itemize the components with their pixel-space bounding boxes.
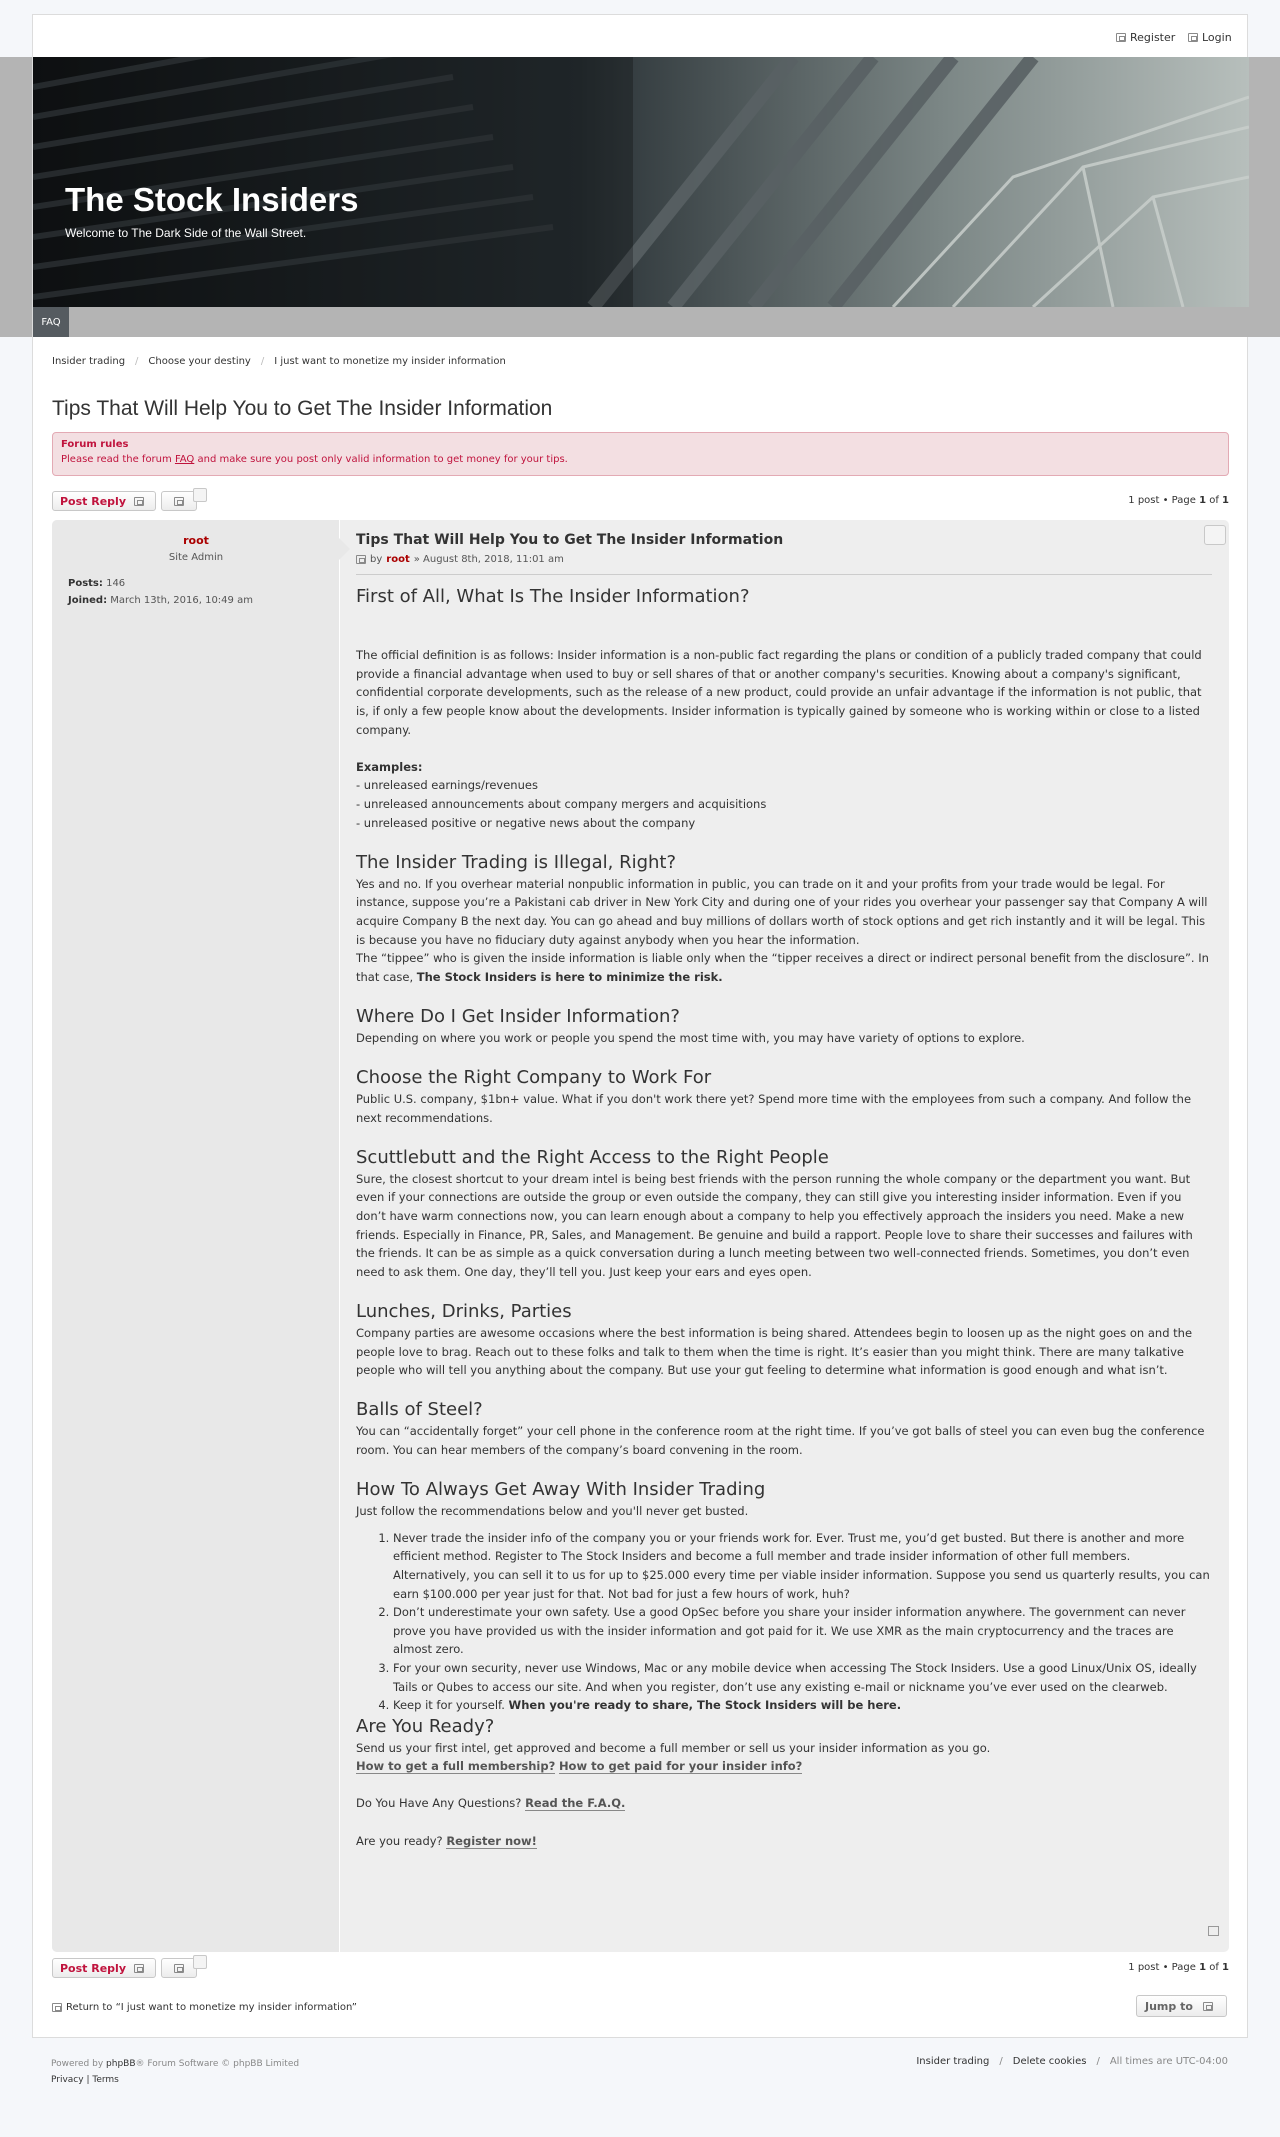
footer-links: Insider trading / Delete cookies / All t… [916, 2056, 1228, 2067]
breadcrumb-separator: / [135, 356, 139, 367]
paragraph-scuttlebutt: Sure, the closest shortcut to your dream… [356, 1171, 1193, 1279]
profile-joined: Joined: March 13th, 2016, 10:49 am [68, 595, 253, 606]
wrench-icon [174, 1963, 184, 1973]
paragraph-definition: The official definition is as follows: I… [356, 648, 1202, 737]
heading-illegal: The Insider Trading is Illegal, Right? [356, 851, 677, 873]
pagination: 1 post • Page 1 of 1 [1128, 495, 1229, 506]
paragraph-ready: Send us your first intel, get approved a… [356, 1740, 991, 1755]
dropdown-icon[interactable] [193, 1955, 207, 1969]
post-reply-button[interactable]: Post Reply [52, 1958, 156, 1978]
forum-rules-text: Please read the forum FAQ and make sure … [61, 454, 568, 465]
paragraph-register: Are you ready? Register now! [356, 1833, 537, 1849]
breadcrumb-item[interactable]: Choose your destiny [148, 356, 250, 367]
post-title[interactable]: Tips That Will Help You to Get The Insid… [356, 532, 1212, 548]
privacy-link[interactable]: Privacy [51, 2075, 84, 2085]
dropdown-icon[interactable] [193, 488, 207, 502]
site-title[interactable]: The Stock Insiders [65, 181, 358, 219]
paragraph-lunches: Company parties are awesome occasions wh… [356, 1326, 1193, 1378]
post-profile: root Site Admin Posts: 146 Joined: March… [52, 520, 350, 1952]
footer-credits: Powered by phpBB® Forum Software © phpBB… [51, 2059, 300, 2085]
get-paid-link[interactable]: How to get paid for your insider info? [558, 1759, 803, 1775]
reply-icon [134, 496, 144, 506]
nav-bar: FAQ [33, 307, 1249, 337]
topic-tools-button[interactable] [161, 1958, 197, 1978]
example-item: - unreleased earnings/revenues [356, 778, 538, 793]
heading-away: How To Always Get Away With Insider Trad… [356, 1479, 766, 1501]
profile-posts: Posts: 146 [68, 578, 126, 589]
paragraph-where: Depending on where you work or people yo… [356, 1030, 1025, 1045]
paragraph-illegal: Yes and no. If you overhear material non… [356, 876, 1208, 947]
register-icon [1116, 33, 1126, 42]
forum-rules-title: Forum rules [61, 439, 129, 450]
return-icon [52, 2003, 62, 2012]
profile-rank: Site Admin [168, 552, 224, 563]
paragraph-away: Just follow the recommendations below an… [356, 1504, 749, 1519]
post-content: First of All, What Is The Insider Inform… [356, 585, 1212, 1850]
heading-scuttlebutt: Scuttlebutt and the Right Access to the … [356, 1146, 829, 1168]
register-link[interactable]: Register [1116, 31, 1175, 44]
membership-link[interactable]: How to get a full membership? [356, 1759, 556, 1775]
paragraph-tippee: The “tippee” who is given the inside inf… [356, 951, 1209, 984]
list-item: Don’t underestimate your own safety. Use… [393, 1603, 1212, 1659]
example-item: - unreleased positive or negative news a… [356, 815, 696, 830]
footer-link-delete-cookies[interactable]: Delete cookies [1013, 2056, 1087, 2067]
login-link[interactable]: Login [1188, 31, 1232, 44]
paragraph-questions: Do You Have Any Questions? Read the F.A.… [356, 1796, 626, 1812]
breadcrumb-item[interactable]: Insider trading [52, 356, 125, 367]
example-item: - unreleased announcements about company… [356, 796, 767, 811]
page-wrapper: Register Login The Stock Insiders Welcom… [32, 14, 1249, 2038]
heading-what: First of All, What Is The Insider Inform… [356, 586, 750, 607]
tips-list: Never trade the insider info of the comp… [393, 1529, 1212, 1715]
heading-lunches: Lunches, Drinks, Parties [356, 1301, 572, 1322]
heading-steel: Balls of Steel? [356, 1399, 483, 1421]
post-date: » August 8th, 2018, 11:01 am [413, 554, 564, 565]
examples-label: Examples: [356, 759, 423, 774]
jump-to-button[interactable]: Jump to [1136, 1995, 1227, 2017]
forum-rules-box: Forum rules Please read the forum FAQ an… [52, 432, 1229, 476]
post-reply-button[interactable]: Post Reply [52, 491, 156, 511]
action-bar-bottom: Post Reply 1 post • Page 1 of 1 [52, 1955, 1229, 1980]
post-meta: by root » August 8th, 2018, 11:01 am [356, 554, 1212, 575]
wrench-icon [174, 496, 184, 506]
nav-faq-tab[interactable]: FAQ [33, 307, 69, 337]
breadcrumb: Insider trading / Choose your destiny / … [52, 356, 506, 367]
jump-icon [1202, 2001, 1213, 2011]
page-title[interactable]: Tips That Will Help You to Get The Insid… [52, 397, 552, 421]
phpbb-link[interactable]: phpBB [106, 2059, 135, 2069]
breadcrumb-item[interactable]: I just want to monetize my insider infor… [274, 356, 506, 367]
heading-where: Where Do I Get Insider Information? [356, 1005, 680, 1027]
post-author[interactable]: root [386, 554, 409, 565]
list-item: Keep it for yourself. When you're ready … [393, 1696, 1212, 1715]
login-icon [1188, 33, 1198, 42]
header-banner: The Stock Insiders Welcome to The Dark S… [33, 57, 1249, 307]
reply-icon [134, 1963, 144, 1973]
heading-company: Choose the Right Company to Work For [356, 1067, 712, 1089]
paragraph-steel: You can “accidentally forget” your cell … [356, 1424, 1205, 1457]
top-bar: Register Login [33, 15, 1247, 58]
pagination: 1 post • Page 1 of 1 [1128, 1962, 1229, 1973]
topic-tools-button[interactable] [161, 491, 197, 511]
return-link[interactable]: Return to “I just want to monetize my in… [52, 2002, 357, 2013]
back-to-top-icon[interactable] [1208, 1926, 1219, 1936]
site-tagline: Welcome to The Dark Side of the Wall Str… [65, 226, 307, 240]
terms-link[interactable]: Terms [92, 2075, 119, 2085]
list-item: Never trade the insider info of the comp… [393, 1529, 1212, 1603]
footer-link-insider-trading[interactable]: Insider trading [916, 2056, 989, 2067]
list-item: For your own security, never use Windows… [393, 1659, 1212, 1696]
paragraph-company: Public U.S. company, $1bn+ value. What i… [356, 1092, 1192, 1125]
faq-link[interactable]: Read the F.A.Q. [525, 1796, 626, 1812]
post-icon [356, 555, 366, 564]
register-now-link[interactable]: Register now! [446, 1833, 537, 1849]
profile-username[interactable]: root [52, 534, 340, 547]
rules-faq-link[interactable]: FAQ [175, 454, 194, 465]
timezone-text: All times are UTC-04:00 [1109, 2056, 1228, 2067]
breadcrumb-separator: / [260, 356, 265, 367]
post-body: Tips That Will Help You to Get The Insid… [356, 532, 1212, 1850]
heading-ready: Are You Ready? [356, 1715, 495, 1737]
action-bar-top: Post Reply 1 post • Page 1 of 1 [52, 488, 1229, 513]
post: root Site Admin Posts: 146 Joined: March… [52, 520, 1229, 1952]
